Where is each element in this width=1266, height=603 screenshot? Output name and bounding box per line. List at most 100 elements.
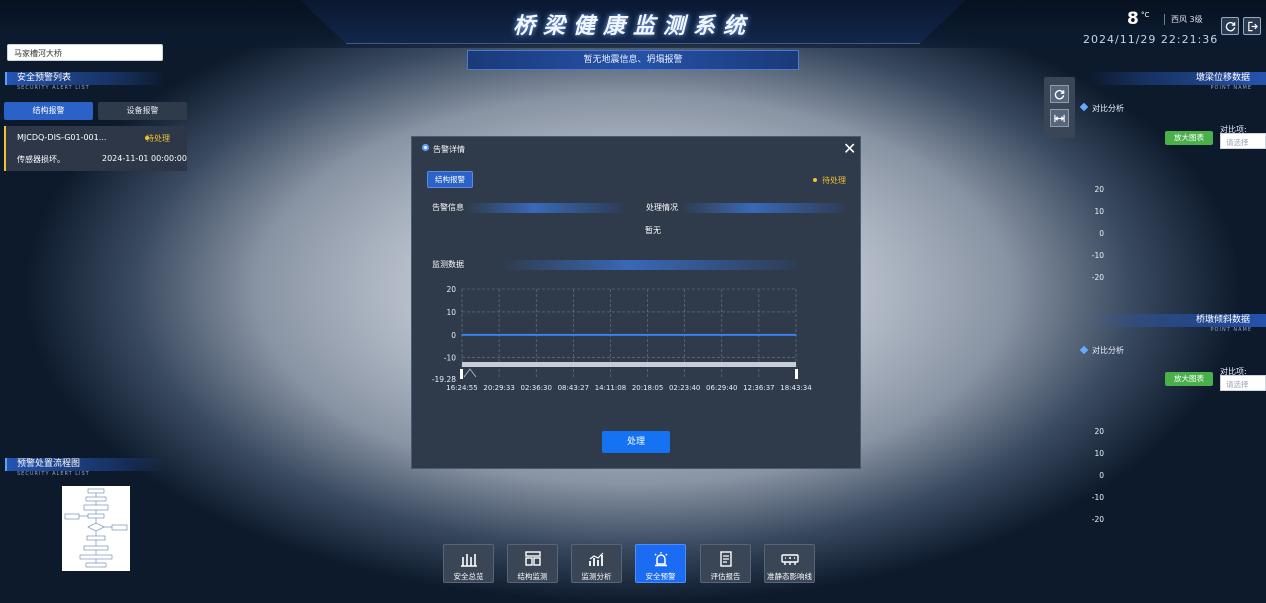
temperature-value: 8 [1127,9,1139,29]
monitor-data-section: 监测数据 [426,260,796,270]
chart-x-tick: 14:11:08 [595,384,626,392]
pier-y-tick: -10 [1091,493,1104,502]
analysis-icon [1079,102,1089,112]
beam-y-tick: -20 [1091,273,1104,282]
logout-button[interactable] [1243,17,1261,35]
measure-icon [1054,114,1065,122]
nav-label: 安全总览 [453,572,484,581]
modal-tab-structure-alarm[interactable]: 结构报警 [427,171,473,188]
chart-data-point [758,334,760,336]
alert-list-subtitle: SECURITY ALERT LIST [17,85,90,91]
beam-zoom-chart-button[interactable]: 放大图表 [1165,131,1213,145]
chart-data-point [646,334,649,336]
structure-icon [508,550,557,568]
flow-chart-thumbnail[interactable] [62,486,130,571]
temperature-unit: °C [1141,11,1150,19]
pier-compare-select[interactable]: 请选择 [1220,375,1266,391]
chart-zoom-slider [462,362,796,367]
measure-button[interactable] [1050,109,1069,127]
beam-y-tick: -10 [1091,251,1104,260]
nav-assessment-report[interactable]: 评估报告 [700,544,751,583]
beam-displacement-header: 墩梁位移数据 POINT NAME [1090,72,1266,91]
alert-time: 2024-11-01 00:00:00 [102,154,187,163]
chart-data-point [609,334,612,336]
alert-list-header: 安全预警列表 SECURITY ALERT LIST [5,72,165,91]
alert-detail-modal: 告警详情 ✕ 结构报警 待处理 告警信息 处理情况 暂无 监测数据 20 10 0 -… [411,136,861,469]
report-icon [701,550,750,568]
chart-y-tick: 10 [446,308,456,317]
wind-info: 西风 3级 [1164,14,1203,25]
reset-view-button[interactable] [1050,85,1069,103]
pier-y-tick: 10 [1094,449,1104,458]
chart-data-point [461,334,463,336]
process-button[interactable]: 处理 [602,431,670,453]
alert-detail-icon [421,143,430,152]
refresh-button[interactable] [1221,17,1239,35]
pier-y-tick: 0 [1099,471,1104,480]
overview-icon [444,550,493,568]
nav-structure-monitor[interactable]: 结构监测 [507,544,558,583]
analysis-icon [572,550,621,568]
chart-x-tick: 12:36:37 [743,384,774,392]
chart-x-tick: 08:43:27 [558,384,589,392]
current-datetime: 2024/11/29 22:21:36 [1083,33,1219,46]
chart-zoom-handle-right [795,369,798,379]
chart-y-tick: 0 [451,331,456,340]
pier-compare-analysis-label[interactable]: 对比分析 [1092,345,1124,356]
beam-displacement-subtitle: POINT NAME [1210,85,1252,91]
nav-safety-overview[interactable]: 安全总览 [443,544,494,583]
process-status-section: 处理情况 [640,203,844,213]
pier-zoom-chart-button[interactable]: 放大图表 [1165,372,1213,386]
nav-quasi-static-influence-line[interactable]: 准静态影响线 [764,544,815,583]
nav-monitor-analysis[interactable]: 监测分析 [571,544,622,583]
beam-y-tick: 10 [1094,207,1104,216]
chart-zoom-handle-left [460,369,463,379]
alert-status: 待处理 [146,134,170,143]
pier-y-tick: 20 [1094,427,1104,436]
chart-y-min-tick: -19.28 [432,375,456,384]
nav-safety-alert[interactable]: 安全预警 [635,544,686,583]
alarm-icon [636,550,685,568]
tab-device-alarm[interactable]: 设备报警 [98,102,187,120]
chart-data-point [795,334,797,336]
chart-x-tick: 18:43:34 [780,384,812,392]
bridge-select[interactable]: 马家槽河大桥 [7,44,163,61]
chart-x-tick: 06:29:40 [706,384,737,392]
refresh-icon [1225,21,1235,31]
beam-compare-select[interactable]: 请选择 [1220,133,1266,149]
chart-x-tick: 20:18:05 [632,384,663,392]
nav-label: 监测分析 [581,572,612,581]
chart-data-point [683,334,686,336]
alert-list-title: 安全预警列表 [5,72,165,85]
flowchart-diagram-icon [64,488,128,568]
alert-info-section: 告警信息 [426,203,622,213]
logout-icon [1247,21,1258,31]
chart-y-tick: -10 [444,354,456,363]
chart-x-tick: 02:23:40 [669,384,700,392]
monitor-data-chart[interactable]: 20 10 0 -10 -19.2816:24:55 20:29:33 02:36:30 08… [412,277,862,397]
chart-data-point [535,334,538,336]
nav-label: 评估报告 [710,572,741,581]
map-toolbar [1044,77,1075,138]
status-dot [813,178,817,182]
tab-structure-alarm[interactable]: 结构报警 [4,102,93,120]
chart-data-point [572,334,575,336]
chart-y-tick: 20 [446,285,456,294]
nav-label: 安全预警 [645,572,676,581]
pier-y-tick: -20 [1091,515,1104,524]
alert-list-item[interactable]: MJCDQ-DIS-G01-001... 待处理 传感器损坏。 2024-11-… [4,126,187,171]
flow-chart-subtitle: SECURITY ALERT LIST [17,471,90,477]
chart-x-tick: 02:36:30 [520,384,551,392]
pier-tilt-title: 桥墩倾斜数据 [1090,314,1266,327]
chart-x-tick: 20:29:33 [483,384,514,392]
influence-line-icon [765,550,814,568]
chart-data-point [720,334,723,336]
nav-label: 结构监测 [517,572,548,581]
alert-description: 传感器损坏。 [17,155,65,164]
beam-y-tick: 0 [1099,229,1104,238]
beam-compare-analysis-label[interactable]: 对比分析 [1092,103,1124,114]
beam-y-tick: 20 [1094,185,1104,194]
modal-title: 告警详情 [433,145,465,154]
chart-zoom-preview [463,368,477,378]
close-icon[interactable]: ✕ [843,141,856,157]
